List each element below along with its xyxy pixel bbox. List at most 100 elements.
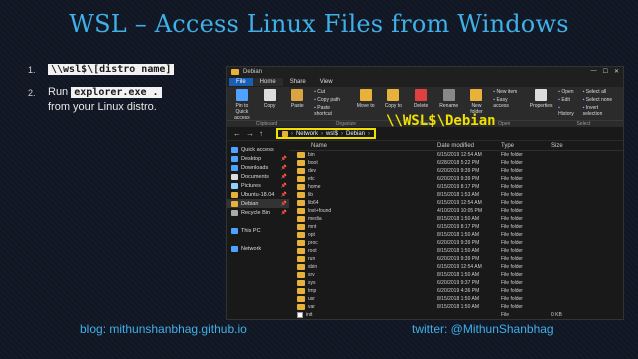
breadcrumb-debian[interactable]: Debian — [346, 131, 365, 137]
delete-button[interactable]: Delete — [410, 89, 432, 109]
file-row[interactable]: var 8/15/2018 1:50 AM File folder — [289, 303, 623, 311]
paste-shortcut-button[interactable]: Paste shortcut — [314, 105, 349, 117]
paste-button[interactable]: Paste — [286, 89, 308, 109]
pin-icon[interactable]: 📌 — [281, 192, 287, 198]
maximize-icon[interactable]: ☐ — [603, 68, 608, 75]
file-name-cell: bin — [289, 152, 437, 158]
file-row[interactable]: dev 6/20/2019 9:39 PM File folder — [289, 167, 623, 175]
file-name-cell: proc — [289, 240, 437, 246]
file-row[interactable]: init File 0 KB — [289, 311, 623, 319]
file-row[interactable]: lib 8/15/2018 1:53 AM File folder — [289, 191, 623, 199]
file-row[interactable]: lost+found 4/10/2019 10:05 PM File folder — [289, 207, 623, 215]
history-button[interactable]: History — [558, 105, 576, 117]
file-row[interactable]: media 8/15/2018 1:50 AM File folder — [289, 215, 623, 223]
properties-button[interactable]: Properties — [530, 89, 553, 109]
open-button[interactable]: Open — [558, 89, 576, 95]
folder-icon — [297, 232, 305, 238]
pin-icon[interactable]: 📌 — [281, 201, 287, 207]
file-row[interactable]: root 8/15/2018 1:50 AM File folder — [289, 247, 623, 255]
nav-item[interactable]: Pictures 📌 — [227, 181, 289, 190]
pin-icon[interactable]: 📌 — [281, 210, 287, 216]
column-name[interactable]: Name — [289, 143, 437, 149]
tab-view[interactable]: View — [313, 78, 340, 86]
new-item-button[interactable]: New item — [493, 89, 524, 95]
copy-to-icon — [387, 89, 400, 101]
file-row[interactable]: lib64 6/15/2019 12:54 AM File folder — [289, 199, 623, 207]
file-row[interactable]: sbin 6/15/2019 12:54 AM File folder — [289, 263, 623, 271]
copy-path-button[interactable]: Copy path — [314, 97, 349, 103]
pin-button[interactable]: Pin to Quick access — [231, 89, 253, 121]
address-path[interactable]: › Network › wsl$ › Debian › — [276, 128, 376, 139]
invert-selection-button[interactable]: Invert selection — [583, 105, 619, 117]
folder-icon — [297, 248, 305, 254]
edit-button[interactable]: Edit — [558, 97, 576, 103]
easy-access-button[interactable]: Easy access — [493, 97, 524, 109]
rename-button[interactable]: Rename — [438, 89, 460, 109]
file-name-cell: sys — [289, 280, 437, 286]
file-name-cell: root — [289, 248, 437, 254]
move-to-button[interactable]: Move to — [355, 89, 377, 109]
tab-file[interactable]: File — [229, 78, 253, 86]
minimize-icon[interactable]: — — [591, 68, 597, 75]
cut-button[interactable]: Cut — [314, 89, 349, 95]
nav-item[interactable]: This PC — [227, 226, 289, 235]
nav-item[interactable]: Recycle Bin 📌 — [227, 208, 289, 217]
nav-item[interactable]: Debian 📌 — [227, 199, 289, 208]
file-date: 6/28/2018 5:22 PM — [437, 160, 480, 166]
pin-icon[interactable]: 📌 — [281, 174, 287, 180]
up-arrow-icon[interactable]: ↑ — [259, 129, 263, 138]
file-name-cell: tmp — [289, 288, 437, 294]
copy-button[interactable]: Copy — [259, 89, 281, 109]
column-size[interactable]: Size — [551, 143, 581, 149]
back-arrow-icon[interactable]: ← — [233, 129, 241, 138]
nav-item[interactable]: Quick access — [227, 145, 289, 154]
rename-label: Rename — [439, 103, 459, 109]
select-all-button[interactable]: Select all — [583, 89, 619, 95]
nav-item[interactable]: Ubuntu-18.04 📌 — [227, 190, 289, 199]
new-folder-button[interactable]: New folder — [466, 89, 488, 115]
file-name-cell: usr — [289, 296, 437, 302]
close-icon[interactable]: ✕ — [614, 68, 619, 75]
file-row[interactable]: srv 8/15/2018 1:50 AM File folder — [289, 271, 623, 279]
copy-to-button[interactable]: Copy to — [382, 89, 404, 109]
file-row[interactable]: proc 6/20/2019 9:39 PM File folder — [289, 239, 623, 247]
file-row[interactable]: etc 6/20/2019 9:39 PM File folder — [289, 175, 623, 183]
nav-item[interactable]: Network — [227, 244, 289, 253]
file-row[interactable]: boot 6/28/2018 5:22 PM File folder — [289, 159, 623, 167]
file-row[interactable]: opt 8/15/2018 1:50 AM File folder — [289, 231, 623, 239]
pin-icon[interactable]: 📌 — [281, 165, 287, 171]
bullet-suffix: from your Linux distro. — [48, 101, 157, 113]
file-row[interactable]: home 6/15/2019 8:17 PM File folder — [289, 183, 623, 191]
breadcrumb-network[interactable]: Network — [296, 131, 318, 137]
file-type: File folder — [501, 280, 523, 286]
folder-icon — [297, 280, 305, 286]
file-row[interactable]: bin 6/15/2019 12:54 AM File folder — [289, 151, 623, 159]
file-rows: bin 6/15/2019 12:54 AM File folder boot 6/28… — [289, 151, 623, 319]
nav-item-label: Downloads — [241, 164, 269, 171]
file-row[interactable]: mnt 6/15/2019 8:17 PM File folder — [289, 223, 623, 231]
file-type: File folder — [501, 192, 523, 198]
nav-item[interactable]: Downloads 📌 — [227, 163, 289, 172]
pin-icon[interactable]: 📌 — [281, 183, 287, 189]
nav-item[interactable]: Desktop 📌 — [227, 154, 289, 163]
pin-icon[interactable]: 📌 — [281, 156, 287, 162]
column-date[interactable]: Date modified — [437, 143, 501, 149]
nav-item[interactable]: Documents 📌 — [227, 172, 289, 181]
breadcrumb-wsl[interactable]: wsl$ — [326, 131, 338, 137]
file-date: 8/15/2018 1:50 AM — [437, 216, 479, 222]
file-row[interactable]: run 6/20/2019 9:39 PM File folder — [289, 255, 623, 263]
code-snippet: \\wsl$\[distro name] — [48, 64, 175, 75]
file-name: usr — [308, 296, 315, 302]
file-row[interactable]: sys 6/20/2019 9:37 PM File folder — [289, 279, 623, 287]
file-row[interactable]: tmp 6/20/2019 4:36 PM File folder — [289, 287, 623, 295]
file-row[interactable]: usr 8/15/2018 1:50 AM File folder — [289, 295, 623, 303]
file-type: File folder — [501, 176, 523, 182]
tab-share[interactable]: Share — [283, 78, 313, 86]
slide-title: WSL – Access Linux Files from Windows — [69, 10, 569, 38]
tab-home[interactable]: Home — [252, 78, 283, 86]
move-icon — [359, 89, 372, 101]
folder-icon — [297, 272, 305, 278]
column-type[interactable]: Type — [501, 143, 551, 149]
select-none-button[interactable]: Select none — [583, 97, 619, 103]
forward-arrow-icon[interactable]: → — [246, 129, 254, 138]
